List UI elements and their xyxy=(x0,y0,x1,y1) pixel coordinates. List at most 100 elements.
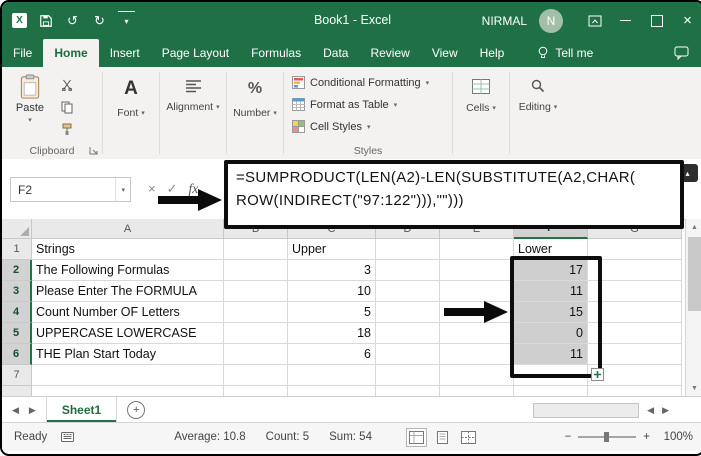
tab-formulas[interactable]: Formulas xyxy=(240,39,312,67)
cell-A3[interactable]: Please Enter The FORMULA xyxy=(32,281,224,302)
tab-help[interactable]: Help xyxy=(469,39,516,67)
cells-group-button[interactable]: Cells▾ xyxy=(453,67,509,159)
insert-function-icon[interactable]: fx xyxy=(189,181,199,197)
zoom-in-icon[interactable]: + xyxy=(643,431,650,443)
cell-A2[interactable]: The Following Formulas xyxy=(32,260,224,281)
font-group-button[interactable]: A Font▾ xyxy=(103,67,159,159)
name-box-caret-icon[interactable]: ▾ xyxy=(115,178,130,201)
undo-icon[interactable]: ↺ xyxy=(64,12,81,29)
row-header-1[interactable]: 1 xyxy=(2,239,32,260)
ribbon-display-options-icon[interactable] xyxy=(579,2,610,39)
select-all-corner[interactable] xyxy=(2,219,32,239)
cell-B5[interactable] xyxy=(224,323,288,344)
cell-C2[interactable]: 3 xyxy=(288,260,376,281)
close-button[interactable]: × xyxy=(672,2,701,39)
tab-view[interactable]: View xyxy=(421,39,469,67)
tab-home[interactable]: Home xyxy=(43,39,98,67)
clipboard-dialog-launcher-icon[interactable] xyxy=(89,146,98,155)
user-name[interactable]: NIRMAL xyxy=(482,14,527,28)
format-painter-icon[interactable] xyxy=(60,122,74,136)
zoom-level[interactable]: 100% xyxy=(657,431,693,443)
page-break-view-icon[interactable] xyxy=(458,428,479,447)
cell-E2[interactable] xyxy=(440,260,514,281)
zoom-slider-thumb[interactable] xyxy=(604,432,609,442)
redo-icon[interactable]: ↻ xyxy=(91,12,108,29)
row-header-5[interactable]: 5 xyxy=(2,323,32,344)
vertical-scrollbar[interactable]: ▲ ▼ xyxy=(685,219,701,396)
cell-B4[interactable] xyxy=(224,302,288,323)
row-header-2[interactable]: 2 xyxy=(2,260,32,281)
cell-A7[interactable] xyxy=(32,365,224,386)
sheet-nav-left-icon[interactable]: ◀ xyxy=(12,405,19,416)
cell-B2[interactable] xyxy=(224,260,288,281)
row-header-3[interactable]: 3 xyxy=(2,281,32,302)
avatar[interactable]: N xyxy=(539,9,563,33)
save-icon[interactable] xyxy=(37,12,54,29)
cell-A4[interactable]: Count Number OF Letters xyxy=(32,302,224,323)
scroll-up-icon[interactable]: ▲ xyxy=(686,219,701,235)
cell-A1[interactable]: Strings xyxy=(32,239,224,260)
cell-E4[interactable] xyxy=(440,302,514,323)
alignment-group-button[interactable]: Alignment▾ xyxy=(160,67,226,159)
cut-icon[interactable] xyxy=(60,78,74,92)
cell-B3[interactable] xyxy=(224,281,288,302)
row-header-7[interactable]: 7 xyxy=(2,365,32,386)
row-header-4[interactable]: 4 xyxy=(2,302,32,323)
cell-styles-button[interactable]: Cell Styles ▾ xyxy=(284,117,452,136)
cell-F6[interactable]: 11 xyxy=(514,344,588,365)
scroll-down-icon[interactable]: ▼ xyxy=(686,380,701,396)
cell-F1[interactable]: Lower xyxy=(514,239,588,260)
cell-G2[interactable] xyxy=(588,260,682,281)
cell-F2[interactable]: 17 xyxy=(514,260,588,281)
cell-C6[interactable]: 6 xyxy=(288,344,376,365)
column-header-A[interactable]: A xyxy=(32,219,224,239)
minimize-button[interactable] xyxy=(610,2,641,39)
normal-view-icon[interactable] xyxy=(406,428,427,447)
add-sheet-button[interactable]: + xyxy=(127,401,145,419)
comments-icon[interactable] xyxy=(674,39,701,67)
hscroll-right-icon[interactable]: ▶ xyxy=(662,405,669,416)
formula-input[interactable]: =SUMPRODUCT(LEN(A2)-LEN(SUBSTITUTE(A2,CH… xyxy=(224,160,684,229)
cell-D1[interactable] xyxy=(376,239,440,260)
row-header-6[interactable]: 6 xyxy=(2,344,32,365)
horizontal-scrollbar-thumb[interactable] xyxy=(533,403,639,418)
zoom-out-icon[interactable]: − xyxy=(565,431,572,443)
cell-A5[interactable]: UPPERCASE LOWERCASE xyxy=(32,323,224,344)
quick-analysis-icon[interactable] xyxy=(591,368,604,381)
cell-G5[interactable] xyxy=(588,323,682,344)
cell-C3[interactable]: 10 xyxy=(288,281,376,302)
cell-D2[interactable] xyxy=(376,260,440,281)
macro-record-icon[interactable] xyxy=(61,432,74,442)
cell-D5[interactable] xyxy=(376,323,440,344)
cell-C1[interactable]: Upper xyxy=(288,239,376,260)
maximize-button[interactable] xyxy=(641,2,672,39)
paste-button[interactable]: Paste ▾ xyxy=(9,74,51,124)
cell-B6[interactable] xyxy=(224,344,288,365)
number-group-button[interactable]: % Number▾ xyxy=(227,67,283,159)
tab-insert[interactable]: Insert xyxy=(99,39,151,67)
cell-C4[interactable]: 5 xyxy=(288,302,376,323)
cell-D7[interactable] xyxy=(376,365,440,386)
tab-file[interactable]: File xyxy=(2,39,43,67)
confirm-icon[interactable]: ✓ xyxy=(167,181,178,197)
copy-icon[interactable] xyxy=(60,100,74,114)
editing-group-button[interactable]: Editing▾ xyxy=(510,67,566,159)
tab-data[interactable]: Data xyxy=(312,39,359,67)
cancel-icon[interactable]: × xyxy=(148,181,156,196)
cell-F5[interactable]: 0 xyxy=(514,323,588,344)
cell-G3[interactable] xyxy=(588,281,682,302)
zoom-slider[interactable] xyxy=(578,436,636,438)
cell-E5[interactable] xyxy=(440,323,514,344)
cell-C5[interactable]: 18 xyxy=(288,323,376,344)
cell-E6[interactable] xyxy=(440,344,514,365)
cell-G1[interactable] xyxy=(588,239,682,260)
name-box[interactable]: F2 ▾ xyxy=(10,177,131,202)
cell-B7[interactable] xyxy=(224,365,288,386)
vertical-scrollbar-thumb[interactable] xyxy=(688,237,701,311)
cell-F4[interactable]: 15 xyxy=(514,302,588,323)
format-as-table-button[interactable]: Format as Table ▾ xyxy=(284,95,452,114)
cell-F7[interactable] xyxy=(514,365,588,386)
customize-toolbar-icon[interactable]: ▾ xyxy=(118,11,135,30)
hscroll-left-icon[interactable]: ◀ xyxy=(647,405,654,416)
cell-D3[interactable] xyxy=(376,281,440,302)
